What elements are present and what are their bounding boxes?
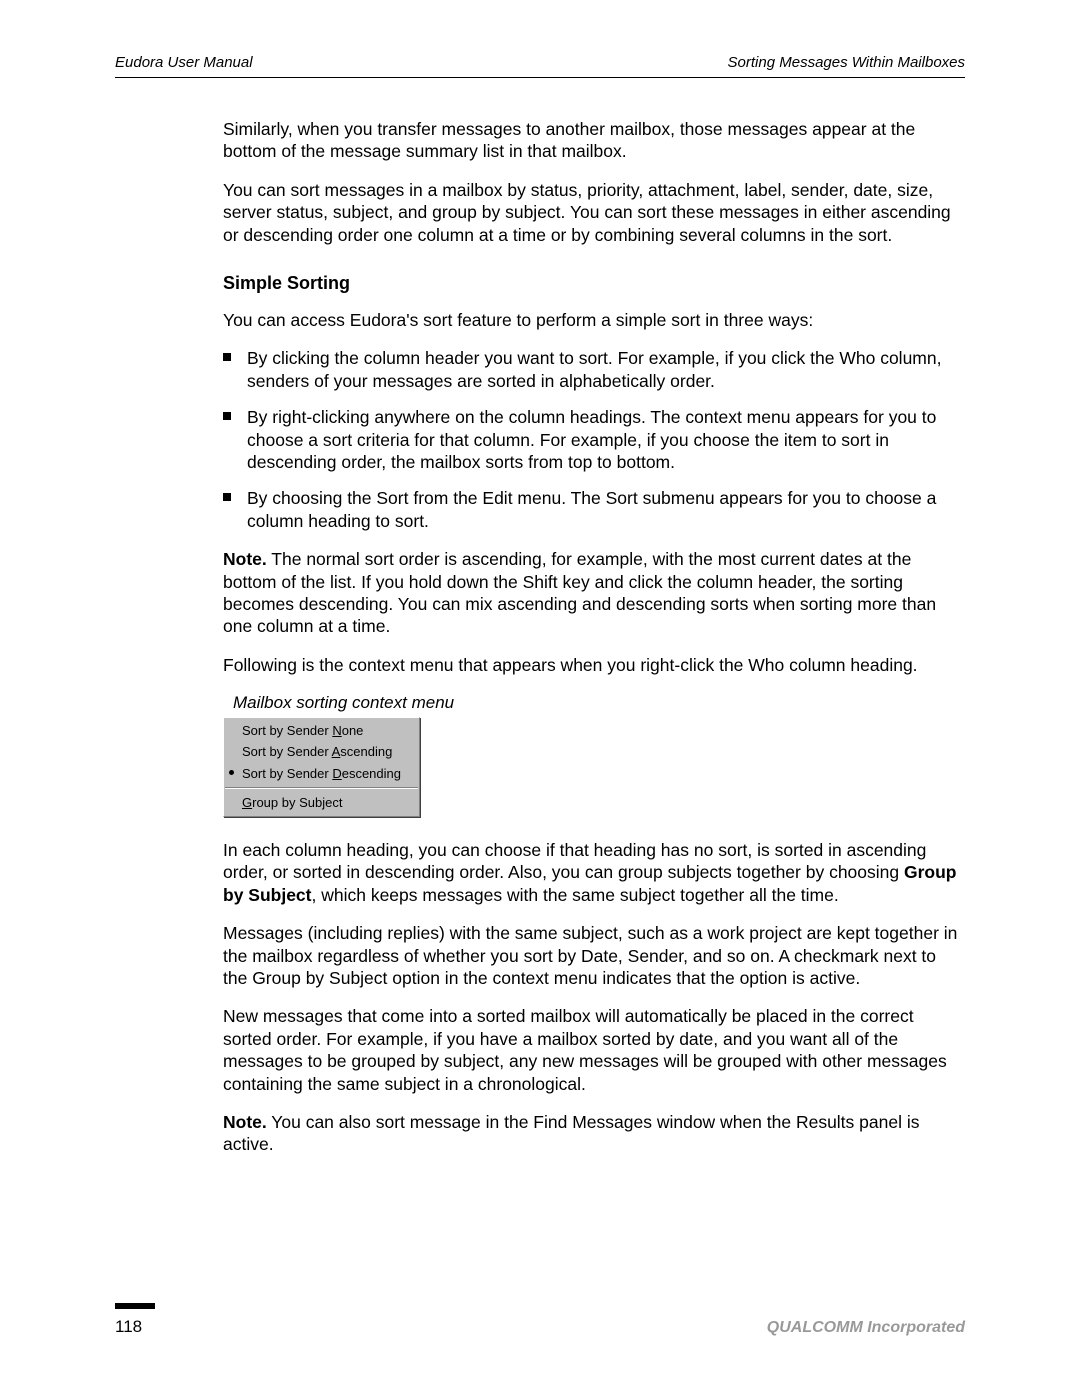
figure-caption: Mailbox sorting context menu bbox=[233, 692, 965, 714]
menu-separator bbox=[225, 787, 418, 789]
page-number: 118 bbox=[115, 1317, 142, 1337]
menu-item-label: Group by Subject bbox=[242, 794, 342, 812]
paragraph: You can access Eudora's sort feature to … bbox=[223, 309, 965, 331]
header-rule bbox=[115, 77, 965, 78]
menu-item-group-by-subject[interactable]: Group by Subject bbox=[224, 792, 419, 814]
menu-item-sort-none[interactable]: Sort by Sender None bbox=[224, 720, 419, 742]
note-label: Note. bbox=[223, 1112, 267, 1132]
selected-dot-icon bbox=[229, 770, 234, 775]
paragraph: Following is the context menu that appea… bbox=[223, 654, 965, 676]
menu-item-label: Sort by Sender Ascending bbox=[242, 743, 392, 761]
header-left: Eudora User Manual bbox=[115, 54, 253, 71]
note-paragraph: Note. You can also sort message in the F… bbox=[223, 1111, 965, 1156]
page-footer: 118 QUALCOMM Incorporated bbox=[115, 1303, 965, 1337]
page: Eudora User Manual Sorting Messages With… bbox=[0, 0, 1080, 1397]
paragraph: Similarly, when you transfer messages to… bbox=[223, 118, 965, 163]
list-item: By right-clicking anywhere on the column… bbox=[223, 406, 965, 473]
page-header: Eudora User Manual Sorting Messages With… bbox=[115, 54, 965, 77]
context-menu: Sort by Sender None Sort by Sender Ascen… bbox=[223, 717, 420, 817]
header-right: Sorting Messages Within Mailboxes bbox=[728, 54, 965, 71]
bullet-list: By clicking the column header you want t… bbox=[223, 347, 965, 532]
note-label: Note. bbox=[223, 549, 267, 569]
list-item: By choosing the Sort from the Edit menu.… bbox=[223, 487, 965, 532]
menu-item-label: Sort by Sender Descending bbox=[242, 765, 401, 783]
paragraph: You can sort messages in a mailbox by st… bbox=[223, 179, 965, 246]
note-text: The normal sort order is ascending, for … bbox=[223, 549, 936, 636]
footer-row: 118 QUALCOMM Incorporated bbox=[115, 1317, 965, 1337]
footer-bar-icon bbox=[115, 1303, 155, 1309]
paragraph: Messages (including replies) with the sa… bbox=[223, 922, 965, 989]
body-content: Similarly, when you transfer messages to… bbox=[223, 118, 965, 1156]
menu-item-sort-descending[interactable]: Sort by Sender Descending bbox=[224, 763, 419, 785]
menu-item-sort-ascending[interactable]: Sort by Sender Ascending bbox=[224, 741, 419, 763]
paragraph: New messages that come into a sorted mai… bbox=[223, 1005, 965, 1095]
list-item: By clicking the column header you want t… bbox=[223, 347, 965, 392]
company-name: QUALCOMM Incorporated bbox=[767, 1319, 965, 1337]
note-text: You can also sort message in the Find Me… bbox=[223, 1112, 919, 1154]
menu-item-label: Sort by Sender None bbox=[242, 722, 363, 740]
note-paragraph: Note. The normal sort order is ascending… bbox=[223, 548, 965, 638]
section-heading: Simple Sorting bbox=[223, 272, 965, 295]
paragraph: In each column heading, you can choose i… bbox=[223, 839, 965, 906]
